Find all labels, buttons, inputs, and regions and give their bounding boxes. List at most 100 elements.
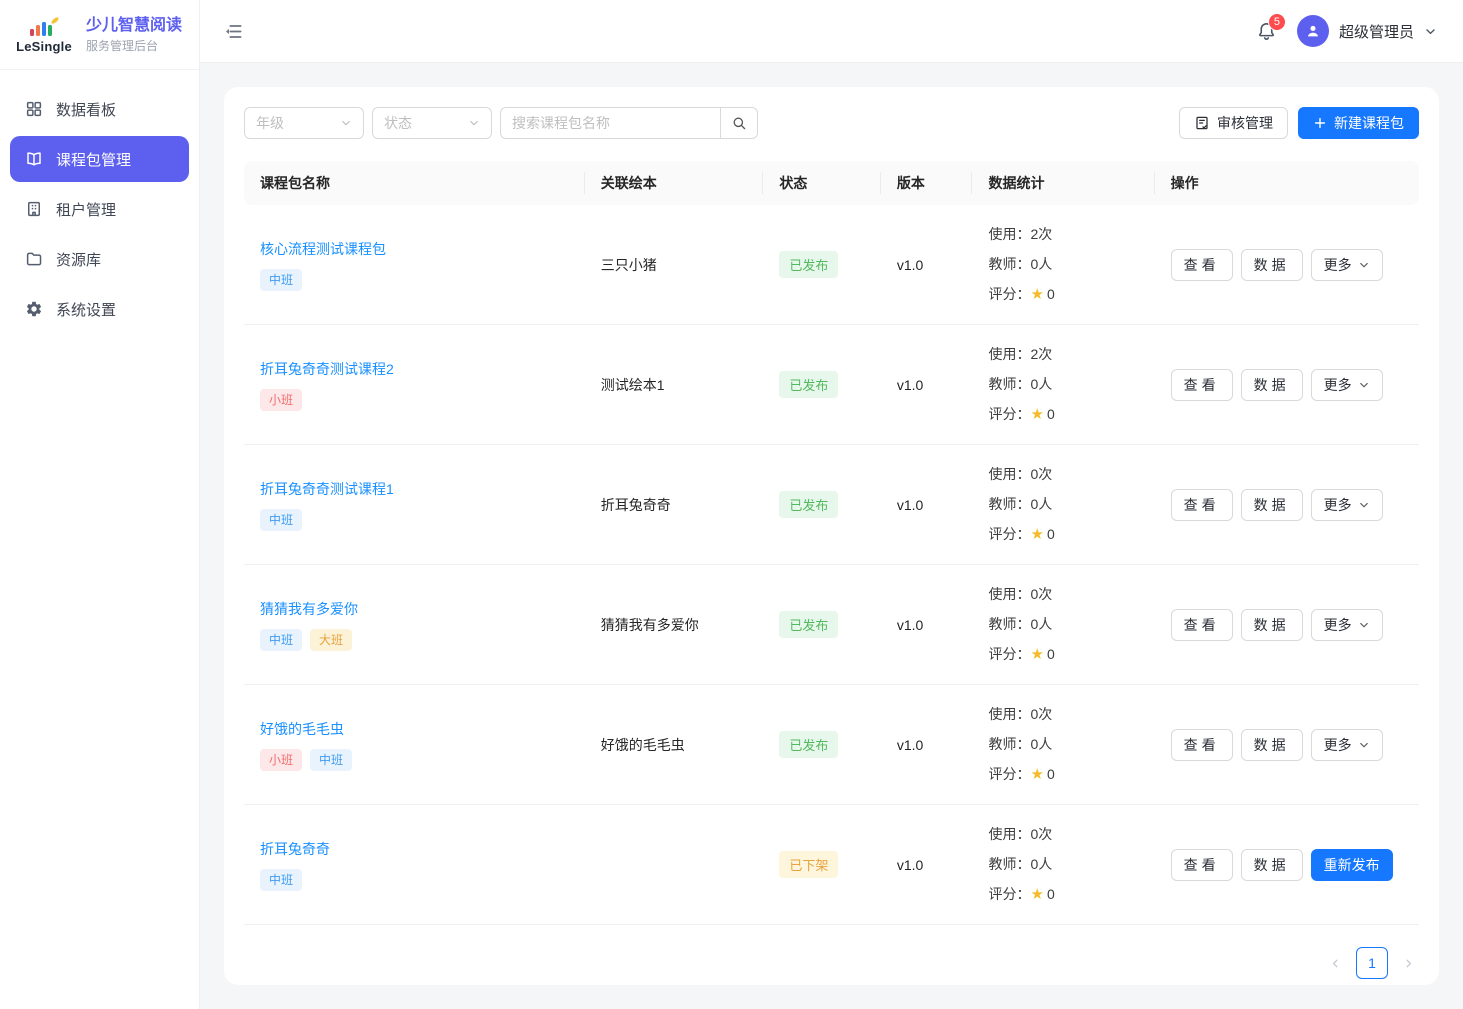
grade-tag: 小班 xyxy=(260,389,302,411)
menu-fold-icon[interactable] xyxy=(224,22,243,41)
view-button[interactable]: 查看 xyxy=(1171,609,1233,641)
table-row: 折耳兔奇奇测试课程2小班测试绘本1已发布v1.0使用：2次教师：0人评分：★0查… xyxy=(244,325,1419,445)
stats-cell: 使用：2次教师：0人评分：★0 xyxy=(972,325,1154,445)
chevron-left-icon xyxy=(1329,957,1342,970)
status-cell: 已发布 xyxy=(763,685,881,805)
sidebar-item-label: 课程包管理 xyxy=(56,149,131,170)
star-icon: ★ xyxy=(1030,886,1043,903)
avatar xyxy=(1297,15,1329,47)
search-input[interactable] xyxy=(500,107,720,139)
grade-tag: 中班 xyxy=(260,629,302,651)
status-cell: 已发布 xyxy=(763,325,881,445)
actions-cell: 查看数据更多 xyxy=(1155,445,1419,565)
data-button[interactable]: 数据 xyxy=(1241,729,1303,761)
column-header-stats: 数据统计 xyxy=(972,161,1154,205)
view-button[interactable]: 查看 xyxy=(1171,249,1233,281)
data-button[interactable]: 数据 xyxy=(1241,369,1303,401)
pagination-next[interactable] xyxy=(1402,957,1415,970)
table-toolbar: 年级 状态 xyxy=(244,107,1419,139)
search-box xyxy=(500,107,758,139)
book-cell: 猜猜我有多爱你 xyxy=(585,565,764,685)
pagination-prev[interactable] xyxy=(1329,957,1342,970)
course-package-link[interactable]: 折耳兔奇奇测试课程1 xyxy=(260,481,394,497)
course-package-link[interactable]: 猜猜我有多爱你 xyxy=(260,601,358,617)
grade-select[interactable]: 年级 xyxy=(244,107,364,139)
data-button[interactable]: 数据 xyxy=(1241,249,1303,281)
teacher-stat: 教师：0人 xyxy=(988,249,1138,279)
data-button[interactable]: 数据 xyxy=(1241,489,1303,521)
folder-icon xyxy=(24,249,44,269)
actions-cell: 查看数据更多 xyxy=(1155,565,1419,685)
brand-bars-icon xyxy=(27,16,61,38)
app-subtitle: 服务管理后台 xyxy=(86,37,182,54)
table-row: 折耳兔奇奇测试课程1中班折耳兔奇奇已发布v1.0使用：0次教师：0人评分：★0查… xyxy=(244,445,1419,565)
view-button[interactable]: 查看 xyxy=(1171,369,1233,401)
book-cell xyxy=(585,805,764,925)
more-button[interactable]: 更多 xyxy=(1311,249,1383,281)
data-button[interactable]: 数据 xyxy=(1241,609,1303,641)
user-name: 超级管理员 xyxy=(1339,21,1414,42)
more-button[interactable]: 更多 xyxy=(1311,489,1383,521)
name-cell: 折耳兔奇奇中班 xyxy=(244,805,585,925)
building-icon xyxy=(24,199,44,219)
sidebar-item-dashboard[interactable]: 数据看板 xyxy=(10,86,189,132)
usage-stat: 使用：2次 xyxy=(988,219,1138,249)
pagination-page-1[interactable]: 1 xyxy=(1356,947,1388,979)
chevron-down-icon xyxy=(1358,739,1370,751)
more-button[interactable]: 更多 xyxy=(1311,729,1383,761)
status-badge: 已发布 xyxy=(779,491,838,518)
notification-badge: 5 xyxy=(1268,13,1286,31)
star-icon: ★ xyxy=(1030,526,1043,543)
teacher-stat: 教师：0人 xyxy=(988,369,1138,399)
view-button[interactable]: 查看 xyxy=(1171,489,1233,521)
rating-stat: 评分：★0 xyxy=(988,399,1138,430)
status-cell: 已发布 xyxy=(763,445,881,565)
course-package-link[interactable]: 折耳兔奇奇 xyxy=(260,841,330,857)
column-header-version: 版本 xyxy=(881,161,973,205)
audit-button[interactable]: 审核管理 xyxy=(1179,107,1288,139)
sidebar-item-course-packages[interactable]: 课程包管理 xyxy=(10,136,189,182)
actions-cell: 查看数据重新发布 xyxy=(1155,805,1419,925)
search-button[interactable] xyxy=(720,107,758,139)
rating-stat: 评分：★0 xyxy=(988,759,1138,790)
stats-cell: 使用：0次教师：0人评分：★0 xyxy=(972,805,1154,925)
course-package-link[interactable]: 好饿的毛毛虫 xyxy=(260,721,344,737)
stats-cell: 使用：0次教师：0人评分：★0 xyxy=(972,565,1154,685)
view-button[interactable]: 查看 xyxy=(1171,729,1233,761)
book-cell: 折耳兔奇奇 xyxy=(585,445,764,565)
book-icon xyxy=(24,149,44,169)
rating-stat: 评分：★0 xyxy=(988,519,1138,550)
usage-stat: 使用：0次 xyxy=(988,819,1138,849)
sidebar-item-settings[interactable]: 系统设置 xyxy=(10,286,189,332)
grade-tag: 中班 xyxy=(260,509,302,531)
more-button[interactable]: 更多 xyxy=(1311,369,1383,401)
user-menu[interactable]: 超级管理员 xyxy=(1297,15,1437,47)
grade-tag: 中班 xyxy=(260,869,302,891)
notification-bell[interactable]: 5 xyxy=(1256,21,1277,42)
usage-stat: 使用：0次 xyxy=(988,579,1138,609)
sidebar-item-tenants[interactable]: 租户管理 xyxy=(10,186,189,232)
version-cell: v1.0 xyxy=(881,445,973,565)
course-package-link[interactable]: 核心流程测试课程包 xyxy=(260,241,386,257)
chevron-down-icon xyxy=(1358,379,1370,391)
column-header-status: 状态 xyxy=(763,161,881,205)
create-package-button[interactable]: 新建课程包 xyxy=(1298,107,1419,139)
more-button[interactable]: 更多 xyxy=(1311,609,1383,641)
data-button[interactable]: 数据 xyxy=(1241,849,1303,881)
status-select[interactable]: 状态 xyxy=(372,107,492,139)
user-icon xyxy=(1304,22,1322,40)
app-root: LeSingle 少儿智慧阅读 服务管理后台 数据看板 课程包管理 xyxy=(0,0,1463,1009)
app-title: 少儿智慧阅读 xyxy=(86,16,182,35)
name-cell: 核心流程测试课程包中班 xyxy=(244,205,585,325)
status-cell: 已发布 xyxy=(763,205,881,325)
grade-tag: 中班 xyxy=(260,269,302,291)
table-body: 核心流程测试课程包中班三只小猪已发布v1.0使用：2次教师：0人评分：★0查看数… xyxy=(244,205,1419,925)
star-icon: ★ xyxy=(1030,286,1043,303)
status-badge: 已发布 xyxy=(779,251,838,278)
chevron-down-icon xyxy=(468,117,480,129)
course-package-link[interactable]: 折耳兔奇奇测试课程2 xyxy=(260,361,394,377)
view-button[interactable]: 查看 xyxy=(1171,849,1233,881)
sidebar-item-resources[interactable]: 资源库 xyxy=(10,236,189,282)
chevron-down-icon xyxy=(1358,259,1370,271)
republish-button[interactable]: 重新发布 xyxy=(1311,849,1393,881)
